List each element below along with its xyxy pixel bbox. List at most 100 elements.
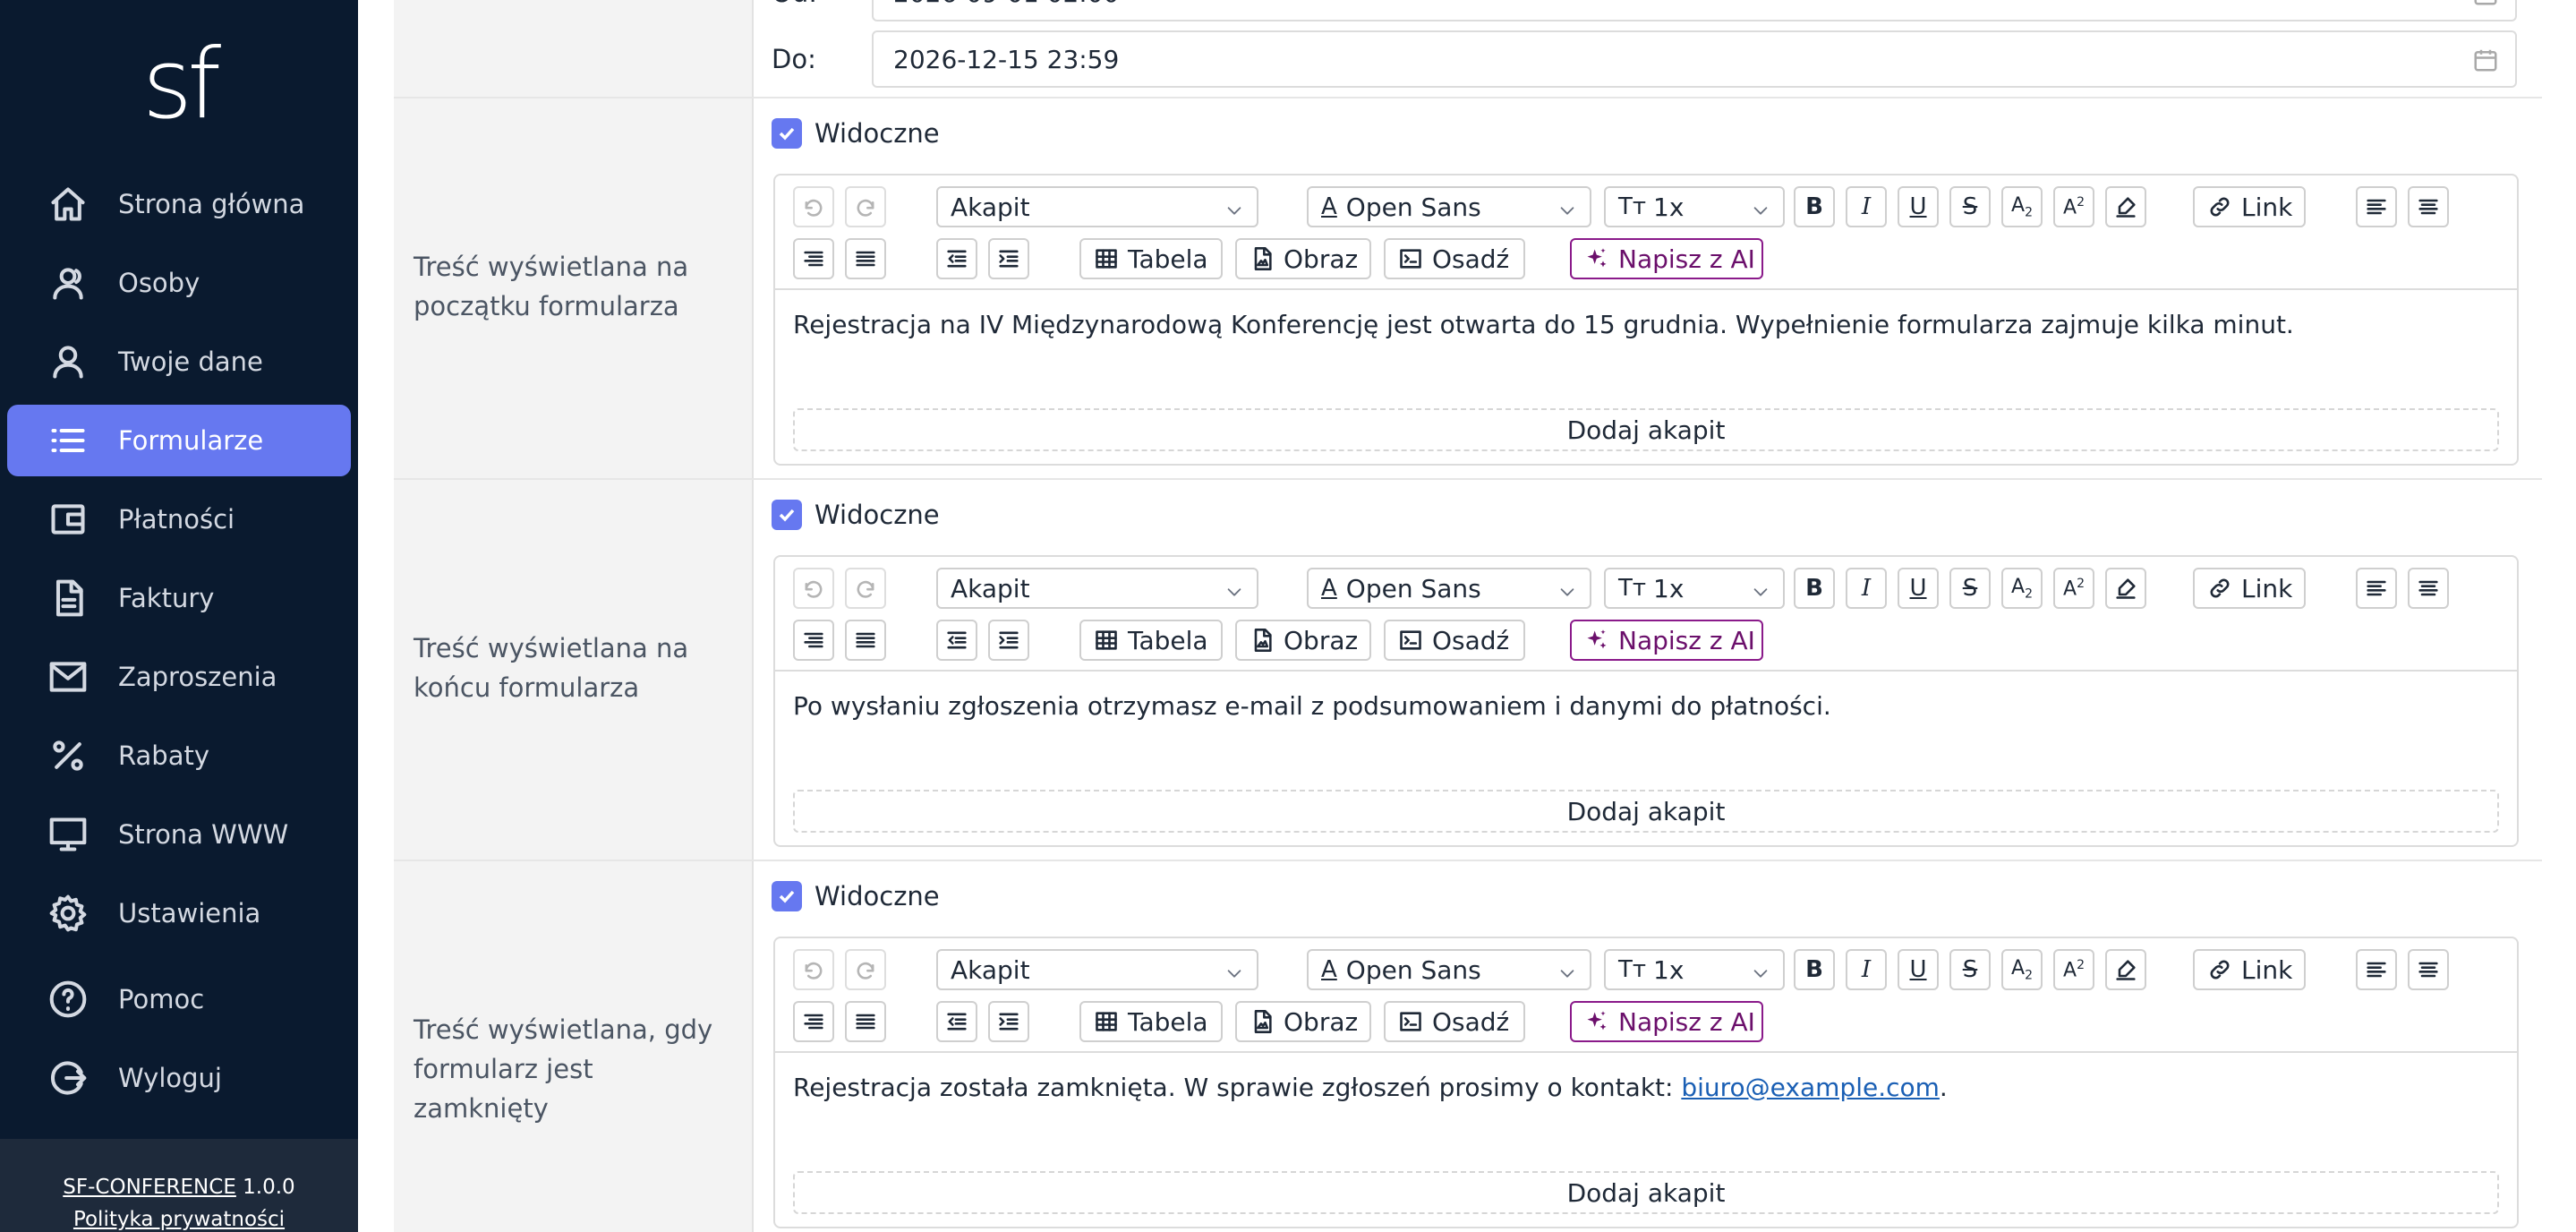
align-justify-button[interactable]	[845, 238, 886, 279]
add-paragraph-button[interactable]: Dodaj akapit	[793, 1171, 2499, 1214]
undo-button[interactable]	[793, 186, 834, 227]
undo-button[interactable]	[793, 568, 834, 609]
image-button[interactable]: Obraz	[1235, 620, 1371, 661]
table-button[interactable]: Tabela	[1079, 1001, 1223, 1042]
sidebar-item-formularze[interactable]: Formularze	[7, 405, 351, 476]
indent-button[interactable]	[988, 238, 1029, 279]
align-justify-button[interactable]	[845, 1001, 886, 1042]
strikethrough-button[interactable]: S	[1949, 568, 1991, 609]
sidebar-item-strona-glowna[interactable]: Strona główna	[7, 168, 351, 240]
strikethrough-button[interactable]: S	[1949, 186, 1991, 227]
redo-button[interactable]	[845, 949, 886, 990]
block-format-select[interactable]: Akapit	[936, 949, 1258, 990]
date-from-input[interactable]: 2026-09-01 02:00	[872, 0, 2517, 21]
product-link[interactable]: SF-CONFERENCE	[63, 1176, 236, 1199]
outdent-button[interactable]	[936, 238, 977, 279]
outdent-button[interactable]	[936, 1001, 977, 1042]
embed-button[interactable]: Osadź	[1384, 1001, 1525, 1042]
sidebar-item-rabaty[interactable]: Rabaty	[7, 720, 351, 791]
editor-content[interactable]: Rejestracja została zamknięta. W sprawie…	[793, 1073, 1948, 1102]
bold-button[interactable]: B	[1794, 949, 1835, 990]
block-format-select[interactable]: Akapit	[936, 186, 1258, 227]
link-button[interactable]: Link	[2193, 568, 2306, 609]
outdent-button[interactable]	[936, 620, 977, 661]
align-right-button[interactable]	[793, 238, 834, 279]
visible-checkbox[interactable]	[772, 881, 802, 911]
align-right-button[interactable]	[793, 1001, 834, 1042]
link-button[interactable]: Link	[2193, 186, 2306, 227]
align-left-button[interactable]	[2356, 186, 2397, 227]
embed-button[interactable]: Osadź	[1384, 620, 1525, 661]
sidebar-item-wyloguj[interactable]: Wyloguj	[7, 1042, 351, 1114]
privacy-link[interactable]: Polityka prywatności	[73, 1208, 285, 1231]
highlight-button[interactable]	[2105, 568, 2146, 609]
email-link[interactable]: biuro@example.com	[1681, 1073, 1940, 1102]
editor-content[interactable]: Rejestracja na IV Międzynarodową Konfere…	[793, 310, 2294, 339]
sidebar-item-pomoc[interactable]: Pomoc	[7, 963, 351, 1035]
font-family-select[interactable]: A Open Sans	[1307, 949, 1591, 990]
image-button[interactable]: Obraz	[1235, 1001, 1371, 1042]
superscript-button[interactable]: A2	[2053, 568, 2094, 609]
calendar-icon[interactable]	[2472, 47, 2499, 73]
italic-button[interactable]: I	[1846, 949, 1887, 990]
visible-checkbox[interactable]	[772, 500, 802, 530]
undo-button[interactable]	[793, 949, 834, 990]
align-center-button[interactable]	[2408, 949, 2449, 990]
date-to-input[interactable]: 2026-12-15 23:59	[872, 30, 2517, 88]
table-button[interactable]: Tabela	[1079, 620, 1223, 661]
subscript-button[interactable]: A2	[2001, 186, 2043, 227]
image-button[interactable]: Obraz	[1235, 238, 1371, 279]
ai-write-button[interactable]: Napisz z AI	[1570, 1001, 1763, 1042]
italic-button[interactable]: I	[1846, 568, 1887, 609]
visible-checkbox-row[interactable]: Widoczne	[772, 881, 940, 911]
redo-button[interactable]	[845, 186, 886, 227]
underline-button[interactable]: U	[1898, 186, 1939, 227]
bold-button[interactable]: B	[1794, 568, 1835, 609]
sidebar-item-strona-www[interactable]: Strona WWW	[7, 799, 351, 870]
align-center-button[interactable]	[2408, 568, 2449, 609]
font-family-select[interactable]: A Open Sans	[1307, 186, 1591, 227]
add-paragraph-button[interactable]: Dodaj akapit	[793, 408, 2499, 451]
table-button[interactable]: Tabela	[1079, 238, 1223, 279]
superscript-button[interactable]: A2	[2053, 186, 2094, 227]
visible-checkbox-row[interactable]: Widoczne	[772, 500, 940, 530]
italic-button[interactable]: I	[1846, 186, 1887, 227]
sidebar-item-ustawienia[interactable]: Ustawienia	[7, 877, 351, 949]
logo[interactable]: sf	[0, 27, 358, 143]
align-right-button[interactable]	[793, 620, 834, 661]
embed-button[interactable]: Osadź	[1384, 238, 1525, 279]
align-left-button[interactable]	[2356, 568, 2397, 609]
ai-write-button[interactable]: Napisz z AI	[1570, 238, 1763, 279]
font-size-select[interactable]: Tт 1x	[1604, 186, 1785, 227]
subscript-button[interactable]: A2	[2001, 949, 2043, 990]
sidebar-item-platnosci[interactable]: Płatności	[7, 483, 351, 555]
sidebar-item-osoby[interactable]: Osoby	[7, 247, 351, 319]
underline-button[interactable]: U	[1898, 568, 1939, 609]
align-center-button[interactable]	[2408, 186, 2449, 227]
sidebar-item-faktury[interactable]: Faktury	[7, 562, 351, 634]
subscript-button[interactable]: A2	[2001, 568, 2043, 609]
block-format-select[interactable]: Akapit	[936, 568, 1258, 609]
link-button[interactable]: Link	[2193, 949, 2306, 990]
align-left-button[interactable]	[2356, 949, 2397, 990]
visible-checkbox[interactable]	[772, 118, 802, 149]
align-justify-button[interactable]	[845, 620, 886, 661]
highlight-button[interactable]	[2105, 186, 2146, 227]
highlight-button[interactable]	[2105, 949, 2146, 990]
sidebar-item-twoje-dane[interactable]: Twoje dane	[7, 326, 351, 398]
font-size-select[interactable]: Tт 1x	[1604, 568, 1785, 609]
visible-checkbox-row[interactable]: Widoczne	[772, 118, 940, 149]
font-family-select[interactable]: A Open Sans	[1307, 568, 1591, 609]
indent-button[interactable]	[988, 620, 1029, 661]
underline-button[interactable]: U	[1898, 949, 1939, 990]
bold-button[interactable]: B	[1794, 186, 1835, 227]
calendar-icon[interactable]	[2472, 0, 2499, 7]
strikethrough-button[interactable]: S	[1949, 949, 1991, 990]
font-size-select[interactable]: Tт 1x	[1604, 949, 1785, 990]
indent-button[interactable]	[988, 1001, 1029, 1042]
superscript-button[interactable]: A2	[2053, 949, 2094, 990]
sidebar-item-zaproszenia[interactable]: Zaproszenia	[7, 641, 351, 713]
redo-button[interactable]	[845, 568, 886, 609]
ai-write-button[interactable]: Napisz z AI	[1570, 620, 1763, 661]
editor-content[interactable]: Po wysłaniu zgłoszenia otrzymasz e-mail …	[793, 691, 1831, 721]
